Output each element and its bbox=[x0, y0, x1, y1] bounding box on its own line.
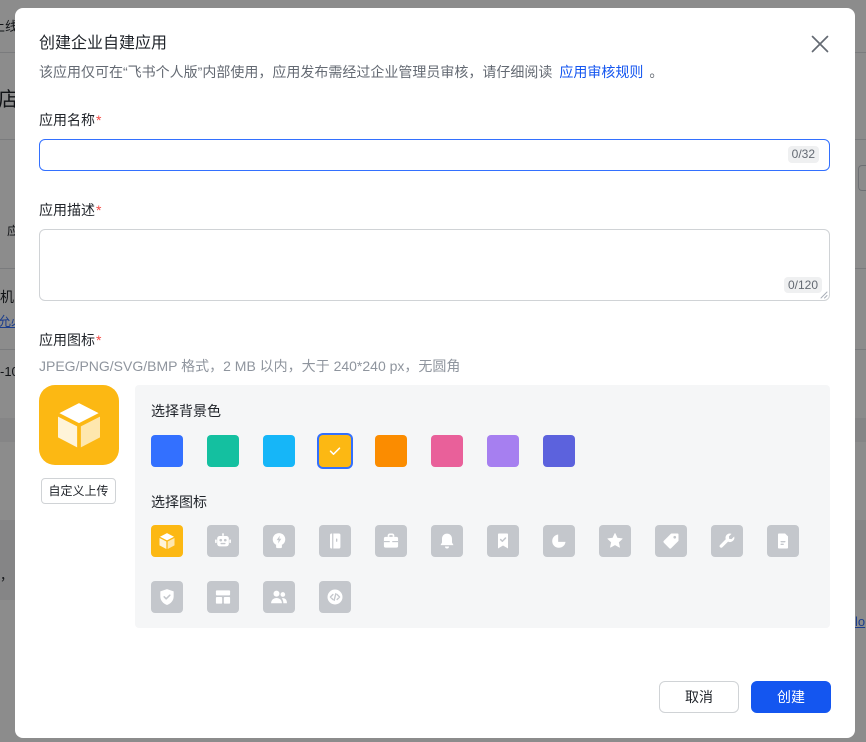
bg-color-swatch[interactable] bbox=[543, 435, 575, 467]
icon-option-layout[interactable] bbox=[207, 581, 239, 613]
icon-option-briefcase[interactable] bbox=[375, 525, 407, 557]
bell-icon bbox=[440, 533, 454, 549]
icon-option-shield-check[interactable] bbox=[151, 581, 183, 613]
bg-color-swatch-selected[interactable] bbox=[319, 435, 351, 467]
bg-color-swatch[interactable] bbox=[151, 435, 183, 467]
app-description-label: 应用描述* bbox=[39, 199, 101, 221]
notice-end: 。 bbox=[649, 64, 664, 80]
shield-check-icon bbox=[160, 589, 174, 605]
dialog-title: 创建企业自建应用 bbox=[39, 35, 168, 52]
create-app-dialog: 创建企业自建应用 该应用仅可在“飞书个人版”内部使用，应用发布需经过企业管理员审… bbox=[15, 8, 855, 738]
lightbulb-icon bbox=[272, 533, 286, 549]
file-icon bbox=[778, 533, 788, 549]
app-description-textarea[interactable] bbox=[40, 230, 829, 300]
notice-text: 该应用仅可在“飞书个人版”内部使用，应用发布需经过企业管理员审核，请仔细阅读 bbox=[39, 64, 553, 80]
app-icon-label-text: 应用图标 bbox=[39, 332, 95, 348]
app-description-char-counter: 0/120 bbox=[783, 277, 822, 293]
icon-option-pie-chart[interactable] bbox=[543, 525, 575, 557]
icon-option-star[interactable] bbox=[599, 525, 631, 557]
cube-icon bbox=[58, 403, 100, 448]
icon-option-wrench[interactable] bbox=[711, 525, 743, 557]
icon-option-cube-selected[interactable] bbox=[151, 525, 183, 557]
icon-option-lightbulb[interactable] bbox=[263, 525, 295, 557]
icon-option-tag[interactable] bbox=[655, 525, 687, 557]
app-name-label: 应用名称* bbox=[39, 109, 101, 131]
app-name-char-counter: 0/32 bbox=[787, 146, 819, 163]
close-icon bbox=[811, 35, 829, 53]
app-description-field[interactable]: 0/120 bbox=[39, 229, 830, 301]
cube-icon bbox=[159, 533, 175, 549]
required-mark: * bbox=[96, 202, 102, 218]
close-button[interactable] bbox=[809, 33, 831, 55]
app-name-input[interactable] bbox=[40, 140, 829, 170]
required-mark: * bbox=[96, 332, 102, 348]
icon-option-file[interactable] bbox=[767, 525, 799, 557]
code-icon bbox=[327, 589, 343, 605]
icon-option-code[interactable] bbox=[319, 581, 351, 613]
icon-option-bell[interactable] bbox=[431, 525, 463, 557]
background-color-title: 选择背景色 bbox=[151, 403, 221, 419]
app-icon-format-hint: JPEG/PNG/SVG/BMP 格式，2 MB 以内，大于 240*240 p… bbox=[39, 358, 461, 374]
review-rules-link[interactable]: 应用审核规则 bbox=[559, 64, 643, 80]
create-button[interactable]: 创建 bbox=[751, 681, 831, 713]
app-icon-preview bbox=[39, 385, 119, 465]
check-icon bbox=[329, 447, 341, 455]
icon-options bbox=[151, 525, 815, 613]
custom-upload-button[interactable]: 自定义上传 bbox=[41, 478, 116, 504]
required-mark: * bbox=[96, 112, 102, 128]
bookmark-check-icon bbox=[498, 533, 508, 549]
dialog-notice: 该应用仅可在“飞书个人版”内部使用，应用发布需经过企业管理员审核，请仔细阅读 应用… bbox=[39, 61, 663, 83]
bg-color-swatch[interactable] bbox=[207, 435, 239, 467]
briefcase-icon bbox=[383, 533, 399, 548]
icon-option-bookmark-check[interactable] bbox=[487, 525, 519, 557]
pie-chart-icon bbox=[552, 534, 566, 548]
app-name-label-text: 应用名称 bbox=[39, 112, 95, 128]
icon-picker-panel: 选择背景色 选择图标 bbox=[135, 385, 830, 628]
cancel-button[interactable]: 取消 bbox=[659, 681, 739, 713]
app-description-label-text: 应用描述 bbox=[39, 202, 95, 218]
icon-option-book[interactable] bbox=[319, 525, 351, 557]
robot-icon bbox=[215, 533, 231, 547]
book-icon bbox=[330, 533, 341, 549]
layout-icon bbox=[215, 590, 231, 604]
app-icon-label: 应用图标* bbox=[39, 329, 101, 351]
star-icon bbox=[607, 533, 623, 548]
icon-option-users[interactable] bbox=[263, 581, 295, 613]
bg-color-swatch[interactable] bbox=[263, 435, 295, 467]
app-name-field[interactable]: 0/32 bbox=[39, 139, 830, 171]
bg-color-swatch[interactable] bbox=[487, 435, 519, 467]
bg-color-swatch[interactable] bbox=[431, 435, 463, 467]
bg-color-swatch[interactable] bbox=[375, 435, 407, 467]
wrench-icon bbox=[719, 533, 735, 548]
users-icon bbox=[271, 590, 287, 604]
tag-icon bbox=[663, 533, 679, 549]
background-color-options bbox=[151, 435, 575, 467]
resize-handle-icon[interactable] bbox=[820, 291, 828, 299]
icon-options-title: 选择图标 bbox=[151, 494, 207, 510]
icon-option-robot[interactable] bbox=[207, 525, 239, 557]
